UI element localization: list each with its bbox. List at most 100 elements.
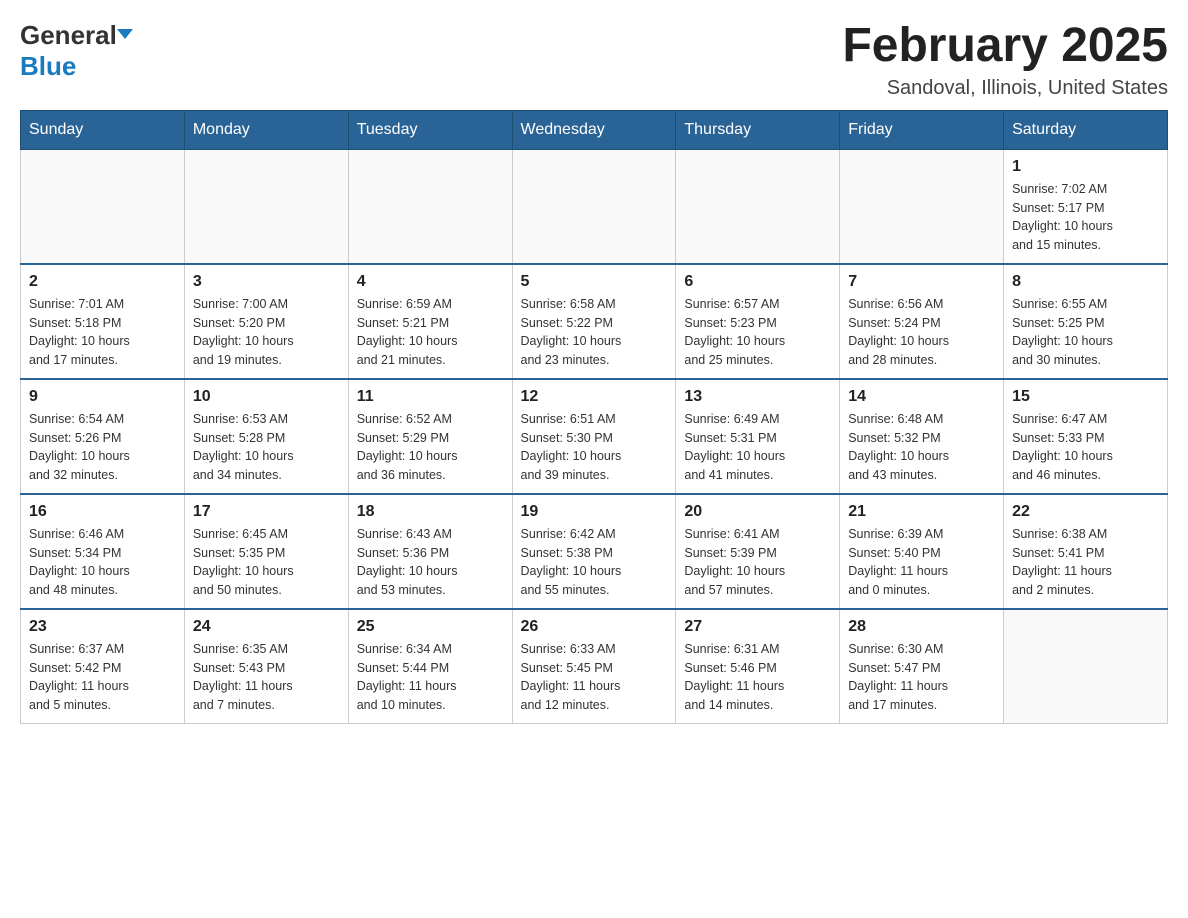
calendar-day-cell [840, 149, 1004, 264]
calendar-week-row: 16 Sunrise: 6:46 AMSunset: 5:34 PMDayligh… [21, 494, 1168, 609]
day-info: Sunrise: 6:46 AMSunset: 5:34 PMDaylight:… [29, 525, 176, 600]
day-number: 6 [684, 273, 831, 291]
day-number: 26 [521, 618, 668, 636]
calendar-day-cell: 20 Sunrise: 6:41 AMSunset: 5:39 PMDayligh… [676, 494, 840, 609]
header-thursday: Thursday [676, 110, 840, 149]
day-number: 15 [1012, 388, 1159, 406]
logo-general-text: General [20, 20, 117, 51]
calendar-day-cell: 26 Sunrise: 6:33 AMSunset: 5:45 PMDayligh… [512, 609, 676, 724]
calendar-day-cell: 17 Sunrise: 6:45 AMSunset: 5:35 PMDayligh… [184, 494, 348, 609]
calendar-day-cell [1004, 609, 1168, 724]
logo-blue-text: Blue [20, 51, 76, 81]
calendar-day-cell: 8Sunrise: 6:55 AMSunset: 5:25 PMDaylight… [1004, 264, 1168, 379]
calendar-day-cell: 7Sunrise: 6:56 AMSunset: 5:24 PMDaylight… [840, 264, 1004, 379]
calendar-week-row: 23 Sunrise: 6:37 AMSunset: 5:42 PMDayligh… [21, 609, 1168, 724]
calendar-day-cell [348, 149, 512, 264]
day-number: 27 [684, 618, 831, 636]
day-info: Sunrise: 6:54 AMSunset: 5:26 PMDaylight:… [29, 410, 176, 485]
day-info: Sunrise: 6:58 AMSunset: 5:22 PMDaylight:… [521, 295, 668, 370]
day-info: Sunrise: 6:38 AMSunset: 5:41 PMDaylight:… [1012, 525, 1159, 600]
day-info: Sunrise: 6:31 AMSunset: 5:46 PMDaylight:… [684, 640, 831, 715]
day-number: 10 [193, 388, 340, 406]
calendar-day-cell: 2Sunrise: 7:01 AMSunset: 5:18 PMDaylight… [21, 264, 185, 379]
day-number: 17 [193, 503, 340, 521]
header-friday: Friday [840, 110, 1004, 149]
calendar-day-cell: 11 Sunrise: 6:52 AMSunset: 5:29 PMDayligh… [348, 379, 512, 494]
day-info: Sunrise: 6:49 AMSunset: 5:31 PMDaylight:… [684, 410, 831, 485]
day-info: Sunrise: 6:37 AMSunset: 5:42 PMDaylight:… [29, 640, 176, 715]
day-info: Sunrise: 6:35 AMSunset: 5:43 PMDaylight:… [193, 640, 340, 715]
day-number: 23 [29, 618, 176, 636]
day-number: 12 [521, 388, 668, 406]
calendar-day-cell: 4 Sunrise: 6:59 AMSunset: 5:21 PMDaylight… [348, 264, 512, 379]
day-info: Sunrise: 6:48 AMSunset: 5:32 PMDaylight:… [848, 410, 995, 485]
calendar-day-cell: 21 Sunrise: 6:39 AMSunset: 5:40 PMDayligh… [840, 494, 1004, 609]
day-info: Sunrise: 6:34 AMSunset: 5:44 PMDaylight:… [357, 640, 504, 715]
day-number: 20 [684, 503, 831, 521]
calendar-day-cell: 6 Sunrise: 6:57 AMSunset: 5:23 PMDaylight… [676, 264, 840, 379]
calendar-header-row: Sunday Monday Tuesday Wednesday Thursday… [21, 110, 1168, 149]
day-info: Sunrise: 6:59 AMSunset: 5:21 PMDaylight:… [357, 295, 504, 370]
day-number: 11 [357, 388, 504, 406]
day-number: 8 [1012, 273, 1159, 291]
calendar-day-cell: 24 Sunrise: 6:35 AMSunset: 5:43 PMDayligh… [184, 609, 348, 724]
day-number: 18 [357, 503, 504, 521]
calendar-week-row: 9 Sunrise: 6:54 AMSunset: 5:26 PMDaylight… [21, 379, 1168, 494]
calendar-day-cell: 14Sunrise: 6:48 AMSunset: 5:32 PMDayligh… [840, 379, 1004, 494]
day-info: Sunrise: 6:42 AMSunset: 5:38 PMDaylight:… [521, 525, 668, 600]
calendar-day-cell [676, 149, 840, 264]
day-info: Sunrise: 6:47 AMSunset: 5:33 PMDaylight:… [1012, 410, 1159, 485]
day-info: Sunrise: 6:30 AMSunset: 5:47 PMDaylight:… [848, 640, 995, 715]
header-sunday: Sunday [21, 110, 185, 149]
day-number: 21 [848, 503, 995, 521]
calendar-day-cell: 27 Sunrise: 6:31 AMSunset: 5:46 PMDayligh… [676, 609, 840, 724]
calendar-week-row: 2Sunrise: 7:01 AMSunset: 5:18 PMDaylight… [21, 264, 1168, 379]
day-info: Sunrise: 6:52 AMSunset: 5:29 PMDaylight:… [357, 410, 504, 485]
day-info: Sunrise: 6:39 AMSunset: 5:40 PMDaylight:… [848, 525, 995, 600]
logo-arrow-icon [117, 29, 133, 39]
calendar-day-cell: 18 Sunrise: 6:43 AMSunset: 5:36 PMDayligh… [348, 494, 512, 609]
calendar-day-cell: 12 Sunrise: 6:51 AMSunset: 5:30 PMDayligh… [512, 379, 676, 494]
calendar-day-cell: 10Sunrise: 6:53 AMSunset: 5:28 PMDayligh… [184, 379, 348, 494]
month-title: February 2025 [842, 20, 1168, 73]
calendar-day-cell: 16 Sunrise: 6:46 AMSunset: 5:34 PMDayligh… [21, 494, 185, 609]
day-info: Sunrise: 6:43 AMSunset: 5:36 PMDaylight:… [357, 525, 504, 600]
calendar-day-cell: 22 Sunrise: 6:38 AMSunset: 5:41 PMDayligh… [1004, 494, 1168, 609]
calendar-week-row: 1 Sunrise: 7:02 AMSunset: 5:17 PMDaylight… [21, 149, 1168, 264]
calendar-day-cell [21, 149, 185, 264]
day-info: Sunrise: 6:33 AMSunset: 5:45 PMDaylight:… [521, 640, 668, 715]
day-number: 5 [521, 273, 668, 291]
header-saturday: Saturday [1004, 110, 1168, 149]
location-subtitle: Sandoval, Illinois, United States [842, 77, 1168, 100]
calendar-day-cell: 19Sunrise: 6:42 AMSunset: 5:38 PMDayligh… [512, 494, 676, 609]
calendar-day-cell: 3 Sunrise: 7:00 AMSunset: 5:20 PMDaylight… [184, 264, 348, 379]
calendar-day-cell: 28Sunrise: 6:30 AMSunset: 5:47 PMDayligh… [840, 609, 1004, 724]
day-number: 2 [29, 273, 176, 291]
day-number: 1 [1012, 158, 1159, 176]
day-number: 16 [29, 503, 176, 521]
day-number: 25 [357, 618, 504, 636]
day-number: 13 [684, 388, 831, 406]
day-info: Sunrise: 6:51 AMSunset: 5:30 PMDaylight:… [521, 410, 668, 485]
header-wednesday: Wednesday [512, 110, 676, 149]
day-number: 4 [357, 273, 504, 291]
calendar-table: Sunday Monday Tuesday Wednesday Thursday… [20, 110, 1168, 724]
day-number: 22 [1012, 503, 1159, 521]
calendar-day-cell: 5 Sunrise: 6:58 AMSunset: 5:22 PMDaylight… [512, 264, 676, 379]
day-info: Sunrise: 7:02 AMSunset: 5:17 PMDaylight:… [1012, 180, 1159, 255]
day-number: 9 [29, 388, 176, 406]
day-info: Sunrise: 6:45 AMSunset: 5:35 PMDaylight:… [193, 525, 340, 600]
day-number: 7 [848, 273, 995, 291]
title-section: February 2025 Sandoval, Illinois, United… [842, 20, 1168, 100]
calendar-day-cell: 13 Sunrise: 6:49 AMSunset: 5:31 PMDayligh… [676, 379, 840, 494]
day-number: 24 [193, 618, 340, 636]
day-number: 3 [193, 273, 340, 291]
calendar-day-cell: 23 Sunrise: 6:37 AMSunset: 5:42 PMDayligh… [21, 609, 185, 724]
day-info: Sunrise: 7:00 AMSunset: 5:20 PMDaylight:… [193, 295, 340, 370]
calendar-day-cell: 9 Sunrise: 6:54 AMSunset: 5:26 PMDaylight… [21, 379, 185, 494]
header-tuesday: Tuesday [348, 110, 512, 149]
page-header: General Blue February 2025 Sandoval, Ill… [20, 20, 1168, 100]
calendar-day-cell [184, 149, 348, 264]
day-info: Sunrise: 6:41 AMSunset: 5:39 PMDaylight:… [684, 525, 831, 600]
day-info: Sunrise: 6:57 AMSunset: 5:23 PMDaylight:… [684, 295, 831, 370]
